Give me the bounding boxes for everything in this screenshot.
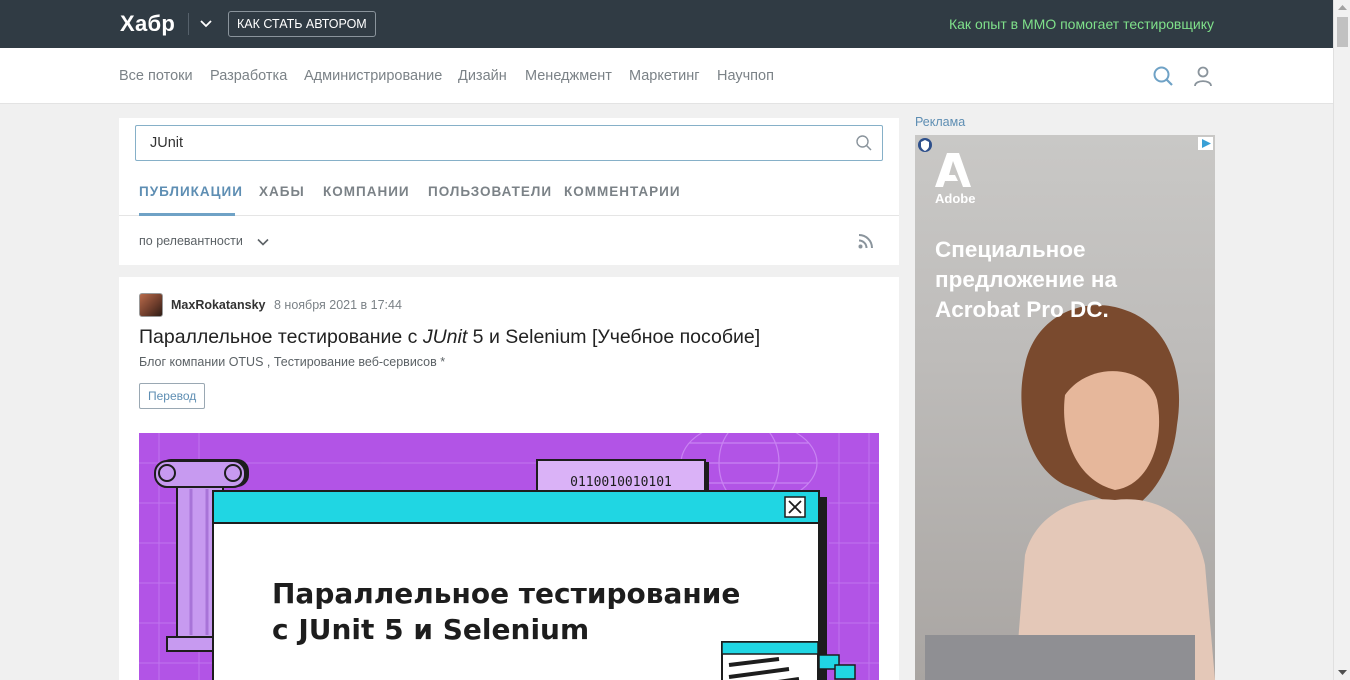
article-title[interactable]: Параллельное тестирование с JUnit 5 и Se… xyxy=(139,326,760,349)
top-bar: Хабр КАК СТАТЬ АВТОРОМ Как опыт в ММО по… xyxy=(0,0,1333,48)
author-avatar[interactable] xyxy=(139,293,163,317)
hubs-list: Блог компании OTUS , Тестирование веб-се… xyxy=(139,355,445,369)
article-cover-image[interactable]: 0110010010101 Параллельное тестирование … xyxy=(139,433,879,680)
hub-separator: , xyxy=(266,355,271,369)
page-scrollbar[interactable] xyxy=(1333,0,1350,680)
sidebar-ad-banner[interactable]: Adobe Специальное предложение на Acrobat… xyxy=(915,135,1215,680)
chevron-down-icon[interactable] xyxy=(197,14,215,32)
tab-comments[interactable]: КОММЕНТАРИИ xyxy=(564,184,681,199)
sort-dropdown[interactable]: по релевантности xyxy=(139,234,243,248)
title-highlight[interactable]: JUnit xyxy=(423,326,467,348)
tab-hubs[interactable]: ХАБЫ xyxy=(259,184,305,199)
author-name[interactable]: MaxRokatansky xyxy=(171,298,266,312)
user-profile-icon[interactable] xyxy=(1192,65,1214,87)
cover-illustration: 0110010010101 Параллельное тестирование … xyxy=(139,433,879,680)
ad-headline-line: Acrobat Pro DC. xyxy=(935,297,1109,322)
nav-item-all-streams[interactable]: Все потоки xyxy=(119,68,193,84)
nav-item-popsci[interactable]: Научпоп xyxy=(717,68,774,84)
article-snippet: MaxRokatansky 8 ноября 2021 в 17:44 Пара… xyxy=(119,277,899,680)
ad-headline: Специальное предложение на Acrobat Pro D… xyxy=(935,235,1117,325)
how-to-become-author-button[interactable]: КАК СТАТЬ АВТОРОМ xyxy=(228,11,376,37)
active-tab-indicator xyxy=(139,213,235,216)
hub-link[interactable]: Тестирование веб-сервисов * xyxy=(274,355,445,369)
adobe-brand: Adobe xyxy=(935,191,976,206)
tab-companies[interactable]: КОМПАНИИ xyxy=(323,184,410,199)
logo-divider xyxy=(188,13,189,35)
translation-badge[interactable]: Перевод xyxy=(139,383,206,409)
ad-label: Реклама xyxy=(915,115,966,129)
scrollbar-thumb[interactable] xyxy=(1337,17,1348,47)
habr-logo[interactable]: Хабр xyxy=(120,11,175,37)
ad-headline-line: Специальное xyxy=(935,237,1086,262)
rss-icon[interactable] xyxy=(857,232,875,250)
tab-users[interactable]: ПОЛЬЗОВАТЕЛИ xyxy=(428,184,552,199)
title-part[interactable]: 5 и Selenium [Учебное пособие] xyxy=(467,326,760,348)
scroll-down-arrow-icon[interactable] xyxy=(1334,666,1350,678)
nav-item-design[interactable]: Дизайн xyxy=(458,68,507,84)
chevron-down-icon[interactable] xyxy=(256,235,270,249)
hub-link[interactable]: Блог компании OTUS xyxy=(139,355,263,369)
ad-headline-line: предложение на xyxy=(935,267,1118,292)
search-icon[interactable] xyxy=(855,134,873,152)
search-input[interactable]: JUnit xyxy=(135,125,883,161)
promo-link[interactable]: Как опыт в ММО помогает тестировщику xyxy=(949,16,1214,32)
search-panel: JUnit ПУБЛИКАЦИИ ХАБЫ КОМПАНИИ ПОЛЬЗОВАТ… xyxy=(119,118,899,265)
binary-text: 0110010010101 xyxy=(570,475,672,490)
ad-illustration xyxy=(918,137,1215,680)
nav-item-marketing[interactable]: Маркетинг xyxy=(629,68,700,84)
search-icon[interactable] xyxy=(1152,65,1174,87)
cover-heading-line2: с JUnit 5 и Selenium xyxy=(272,613,589,646)
cover-heading-line1: Параллельное тестирование xyxy=(272,577,740,610)
main-nav: Все потоки Разработка Администрирование … xyxy=(0,48,1333,104)
nav-item-development[interactable]: Разработка xyxy=(210,68,287,84)
tabs-divider xyxy=(119,215,899,216)
publish-date: 8 ноября 2021 в 17:44 xyxy=(274,298,402,312)
tab-publications[interactable]: ПУБЛИКАЦИИ xyxy=(139,184,243,199)
title-part[interactable]: Параллельное тестирование с xyxy=(139,326,423,348)
scroll-up-arrow-icon[interactable] xyxy=(1334,2,1350,14)
search-input-value[interactable]: JUnit xyxy=(150,135,183,151)
nav-item-management[interactable]: Менеджмент xyxy=(525,68,612,84)
nav-item-administration[interactable]: Администрирование xyxy=(304,68,442,84)
